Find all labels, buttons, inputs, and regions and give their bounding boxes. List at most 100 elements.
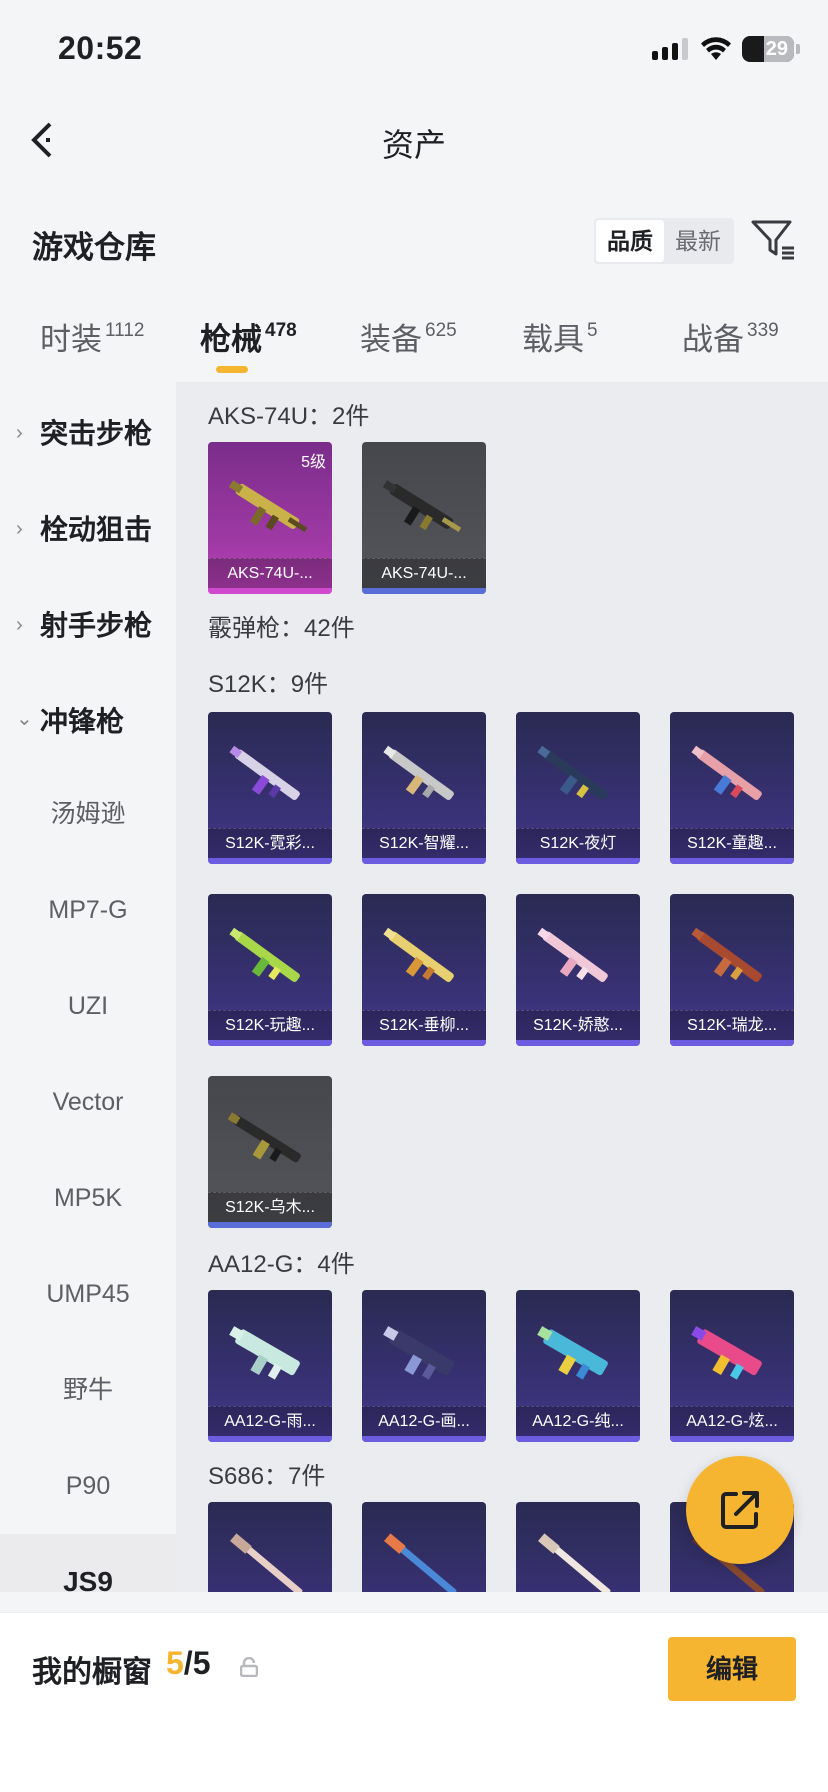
gun-image [538, 1533, 611, 1592]
sidebar-item-marksman-rifle[interactable]: › 射手步枪 [0, 574, 176, 670]
item-card[interactable]: S12K-乌木... [208, 1076, 332, 1228]
tab-label: 战备 [682, 322, 744, 357]
tab-count: 625 [425, 320, 457, 341]
edit-button[interactable]: 编辑 [668, 1637, 796, 1701]
group-header-shotgun: 霰弹枪：42件 [208, 615, 355, 642]
sort-quality-button[interactable]: 品质 [596, 220, 664, 262]
tab-equipment[interactable]: 装备 625 [360, 314, 457, 359]
tab-count: 5 [587, 320, 598, 341]
tab-count: 478 [265, 320, 297, 341]
item-label: AA12-G-纯... [516, 1406, 640, 1436]
item-card[interactable] [516, 1502, 640, 1592]
gun-image [537, 1326, 608, 1380]
sidebar-item-mp5k[interactable]: MP5K [0, 1150, 176, 1246]
gun-image [227, 1112, 301, 1163]
group-header-s12k: S12K：9件 [208, 671, 329, 698]
rarity-bar [516, 1040, 640, 1046]
rarity-bar [670, 1436, 794, 1442]
tab-label: 时装 [40, 322, 102, 357]
inventory-content: AKS-74U：2件 5级 AKS-74U-... AKS-74U-... 霰弹… [176, 382, 828, 1592]
showcase-count-total: /5 [183, 1645, 211, 1681]
item-card[interactable]: AA12-G-雨... [208, 1290, 332, 1442]
sidebar-item-smg[interactable]: ⌄ 冲锋枪 [0, 670, 176, 766]
item-card[interactable] [208, 1502, 332, 1592]
item-card[interactable]: S12K-智耀... [362, 712, 486, 864]
sidebar-item-label: 冲锋枪 [40, 706, 125, 737]
sidebar-item-label: 射手步枪 [40, 610, 153, 641]
tab-label: 枪械 [200, 322, 262, 357]
chevron-right-icon: › [16, 422, 23, 444]
share-fab[interactable] [686, 1456, 794, 1564]
tab-fashion[interactable]: 时装 1112 [40, 314, 144, 359]
item-card[interactable]: S12K-瑞龙... [670, 894, 794, 1046]
showcase-title: 我的橱窗 [32, 1656, 152, 1689]
section-header: 游戏仓库 品质 最新 [0, 208, 828, 272]
battery-level: 29 [765, 37, 788, 60]
rarity-bar [208, 588, 332, 594]
tab-label: 载具 [522, 322, 584, 357]
tab-label: 装备 [360, 322, 422, 357]
rarity-bar [362, 1436, 486, 1442]
status-bar: 20:52 29 [0, 0, 828, 100]
gun-image [228, 480, 308, 532]
item-label: S12K-垂柳... [362, 1010, 486, 1040]
sidebar-item-p90[interactable]: P90 [0, 1438, 176, 1534]
showcase-count: 5/5 [166, 1645, 210, 1682]
gun-image [229, 745, 300, 801]
page-title: 资产 [381, 127, 446, 163]
sort-newest-button[interactable]: 最新 [664, 220, 732, 262]
item-card[interactable]: S12K-玩趣... [208, 894, 332, 1046]
gun-image [382, 480, 462, 532]
group-header-aa12g: AA12-G：4件 [208, 1251, 355, 1278]
item-card[interactable]: S12K-娇憨... [516, 894, 640, 1046]
sidebar-item-js9[interactable]: JS9 [0, 1534, 176, 1592]
chevron-right-icon: › [16, 518, 23, 540]
rarity-bar [362, 858, 486, 864]
group-header-aks74u: AKS-74U：2件 [208, 403, 370, 430]
sidebar-item-bolt-sniper[interactable]: › 栓动狙击 [0, 478, 176, 574]
rarity-bar [670, 858, 794, 864]
filter-icon[interactable] [750, 216, 796, 262]
gun-image [383, 1326, 454, 1380]
item-label: S12K-童趣... [670, 828, 794, 858]
tab-guns[interactable]: 枪械 478 [200, 314, 297, 359]
item-card[interactable]: S12K-霓彩... [208, 712, 332, 864]
item-card[interactable]: AA12-G-纯... [516, 1290, 640, 1442]
gun-image [691, 1326, 762, 1380]
rarity-bar [516, 858, 640, 864]
gun-image [383, 745, 454, 801]
item-card[interactable]: AA12-G-炫... [670, 1290, 794, 1442]
item-card[interactable]: AKS-74U-... [362, 442, 486, 594]
showcase-count-current: 5 [166, 1645, 184, 1681]
rarity-bar [516, 1436, 640, 1442]
sort-toggle: 品质 最新 [594, 218, 734, 264]
section-title: 游戏仓库 [32, 230, 156, 265]
item-label: AKS-74U-... [208, 558, 332, 588]
sidebar-item-vector[interactable]: Vector [0, 1054, 176, 1150]
item-label: AA12-G-画... [362, 1406, 486, 1436]
tab-count: 1112 [105, 320, 145, 341]
gun-image [537, 745, 608, 801]
item-card[interactable]: S12K-垂柳... [362, 894, 486, 1046]
sidebar: › 突击步枪 › 栓动狙击 › 射手步枪 ⌄ 冲锋枪 汤姆逊 MP7-G UZI Vec… [0, 382, 176, 1592]
item-card[interactable] [362, 1502, 486, 1592]
item-card[interactable]: 5级 AKS-74U-... [208, 442, 332, 594]
rarity-bar [362, 588, 486, 594]
sidebar-item-uzi[interactable]: UZI [0, 958, 176, 1054]
cellular-signal-icon [652, 38, 688, 60]
item-card[interactable]: AA12-G-画... [362, 1290, 486, 1442]
chevron-right-icon: › [16, 614, 23, 636]
tab-vehicles[interactable]: 载具 5 [522, 314, 598, 359]
sidebar-item-thompson[interactable]: 汤姆逊 [0, 766, 176, 862]
sidebar-item-assault-rifle[interactable]: › 突击步枪 [0, 382, 176, 478]
tab-supplies[interactable]: 战备 339 [682, 314, 779, 359]
gun-image [384, 1533, 457, 1592]
item-card[interactable]: S12K-童趣... [670, 712, 794, 864]
sidebar-item-bizon[interactable]: 野牛 [0, 1342, 176, 1438]
sidebar-item-mp7g[interactable]: MP7-G [0, 862, 176, 958]
sidebar-item-ump45[interactable]: UMP45 [0, 1246, 176, 1342]
item-label: AA12-G-雨... [208, 1406, 332, 1436]
item-label: S12K-乌木... [208, 1192, 332, 1222]
item-card[interactable]: S12K-夜灯 [516, 712, 640, 864]
rarity-bar [208, 1222, 332, 1228]
